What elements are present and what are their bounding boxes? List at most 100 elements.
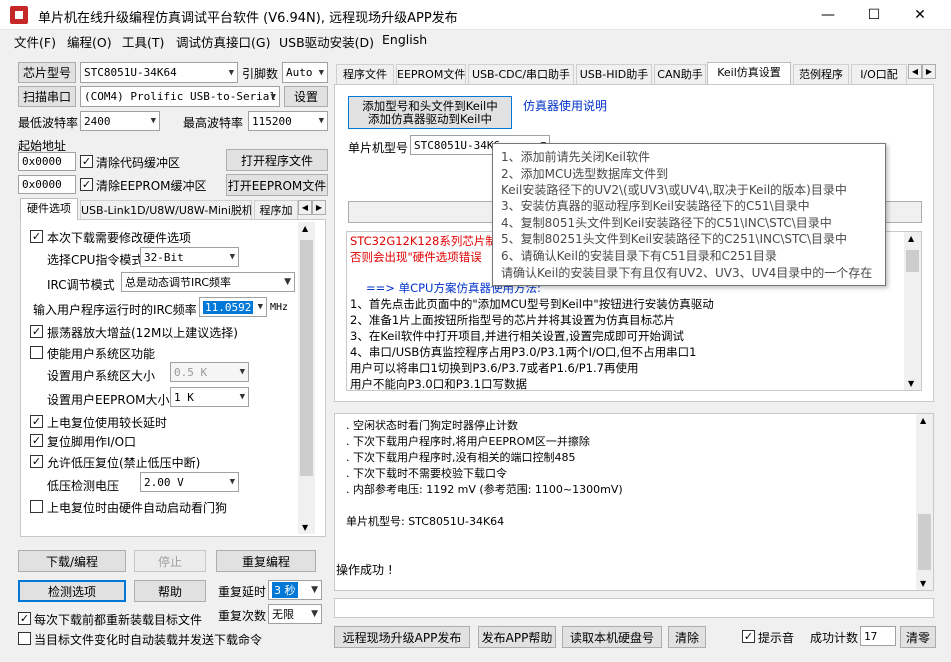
code-address-input[interactable]: 0x0000 (18, 152, 76, 171)
help-button[interactable]: 帮助 (134, 580, 206, 602)
min-baud-label: 最低波特率 (18, 116, 79, 130)
repeat-count-select[interactable]: 无限 ▼ (268, 604, 322, 624)
options-scrollbar[interactable]: ▲ ▼ (298, 222, 315, 534)
port-select[interactable]: (COM4) Prolific USB-to-Serial ▼ (80, 86, 280, 107)
chevron-down-icon: ▼ (284, 277, 291, 287)
low-volt-select[interactable]: 2.00 V ▼ (140, 472, 239, 492)
repeat-delay-select[interactable]: 3 秒 ▼ (268, 580, 322, 600)
close-button[interactable]: ✕ (897, 0, 943, 30)
max-baud-select[interactable]: 115200 ▼ (248, 111, 328, 131)
tab-usb-cdc[interactable]: USB-CDC/串口助手 (468, 64, 574, 84)
download-button[interactable]: 下载/编程 (18, 550, 126, 572)
menu-file[interactable]: 文件(F) (14, 32, 56, 51)
sys-size-select[interactable]: 0.5 K ▼ (170, 362, 249, 382)
reload-checkbox[interactable]: ✓ (18, 612, 31, 625)
beep-checkbox[interactable]: ✓ (742, 630, 755, 643)
min-baud-select[interactable]: 2400 ▼ (80, 111, 160, 131)
tab-usb-hid[interactable]: USB-HID助手 (576, 64, 652, 84)
publish-help-button[interactable]: 发布APP帮助 (478, 626, 556, 648)
wdt-label: 上电复位时由硬件自动启动看门狗 (47, 501, 228, 515)
scroll-up-icon[interactable]: ▲ (302, 224, 308, 233)
port-value: (COM4) Prolific USB-to-Serial (84, 90, 277, 103)
scroll-down-icon[interactable]: ▼ (920, 579, 926, 588)
modify-hw-checkbox[interactable]: ✓ (30, 230, 43, 243)
tab-io-config[interactable]: I/O口配 (851, 64, 907, 84)
chevron-down-icon: ▼ (239, 367, 245, 377)
chevron-down-icon: ▼ (229, 252, 235, 262)
tab-can[interactable]: CAN助手 (654, 64, 706, 84)
cpu-mode-select[interactable]: 32-Bit ▼ (140, 247, 239, 267)
tab-scroll-right-icon[interactable]: ▶ (922, 64, 936, 79)
low-volt-reset-checkbox[interactable]: ✓ (30, 455, 43, 468)
add-button-line2: 添加仿真器驱动到Keil中 (368, 111, 492, 126)
clear-log-button[interactable]: 清除 (668, 626, 706, 648)
eeprom-address-input[interactable]: 0x0000 (18, 175, 76, 194)
scrollbar-thumb[interactable] (918, 514, 931, 570)
min-baud-value: 2400 (84, 114, 111, 128)
open-program-button[interactable]: 打开程序文件 (226, 149, 328, 171)
tab-scroll-left-icon[interactable]: ◀ (298, 200, 312, 215)
irc-mode-select[interactable]: 总是动态调节IRC频率 ▼ (121, 272, 295, 292)
tab-program-encrypt[interactable]: 程序加 (254, 200, 298, 220)
menu-usb-driver[interactable]: USB驱动安装(D) (279, 32, 374, 51)
read-disk-button[interactable]: 读取本机硬盘号 (562, 626, 662, 648)
osc-gain-checkbox[interactable]: ✓ (30, 325, 43, 338)
settings-button[interactable]: 设置 (284, 86, 328, 107)
menu-english[interactable]: English (382, 32, 427, 47)
log-line: . 下次下载用户程序时,将用户EEPROM区一并擦除 (346, 435, 590, 448)
wdt-checkbox[interactable] (30, 500, 43, 513)
tab-usb-link-offline[interactable]: USB-Link1D/U8W/U8W-Mini脱机 (80, 200, 252, 220)
auto-send-checkbox[interactable] (18, 632, 31, 645)
reset-io-checkbox[interactable]: ✓ (30, 434, 43, 447)
long-delay-label: 上电复位使用较长延时 (47, 416, 168, 430)
eeprom-size-label: 设置用户EEPROM大小 (47, 393, 170, 407)
chevron-down-icon: ▼ (318, 67, 324, 78)
scroll-down-icon[interactable]: ▼ (302, 523, 308, 532)
reprogram-button[interactable]: 重复编程 (216, 550, 316, 572)
scroll-up-icon[interactable]: ▲ (908, 234, 914, 243)
tab-keil-sim[interactable]: Keil仿真设置 (707, 62, 791, 84)
stop-button[interactable]: 停止 (134, 550, 206, 572)
chip-model-select[interactable]: STC8051U-34K64 ▼ (80, 62, 238, 83)
clear-eeprom-checkbox[interactable]: ✓ (80, 178, 93, 191)
eeprom-size-select[interactable]: 1 K ▼ (170, 387, 249, 407)
success-count-label: 成功计数 (810, 631, 859, 645)
detect-options-button[interactable]: 检测选项 (18, 580, 126, 602)
add-button-line1: 添加型号和头文件到Keil中 (362, 98, 498, 113)
scan-port-button[interactable]: 扫描串口 (18, 86, 76, 107)
tab-eeprom-file[interactable]: EEPROM文件 (396, 64, 466, 84)
add-to-keil-button[interactable]: 添加型号和头文件到Keil中 添加仿真器驱动到Keil中 (348, 96, 512, 129)
log-scrollbar[interactable]: ▲ ▼ (916, 414, 933, 590)
tab-scroll-right-icon[interactable]: ▶ (312, 200, 326, 215)
scrollbar-thumb[interactable] (906, 250, 919, 272)
guide-scrollbar[interactable]: ▲ ▼ (904, 232, 921, 390)
chevron-down-icon: ▼ (270, 91, 276, 102)
osc-gain-label: 振荡器放大增益(12M以上建议选择) (47, 326, 238, 340)
irc-freq-select[interactable]: 11.0592 ▼ (199, 297, 267, 317)
open-eeprom-button[interactable]: 打开EEPROM文件 (226, 174, 328, 196)
scroll-up-icon[interactable]: ▲ (920, 416, 926, 425)
tab-program-file[interactable]: 程序文件 (336, 64, 394, 84)
scrollbar-thumb[interactable] (300, 240, 313, 476)
tab-examples[interactable]: 范例程序 (793, 64, 849, 84)
chip-model-button[interactable]: 芯片型号 (18, 62, 76, 83)
long-delay-checkbox[interactable]: ✓ (30, 415, 43, 428)
maximize-button[interactable]: ☐ (851, 0, 897, 30)
modify-hw-label: 本次下载需要修改硬件选项 (47, 231, 192, 245)
clear-code-checkbox[interactable]: ✓ (80, 155, 93, 168)
reset-count-button[interactable]: 清零 (900, 626, 936, 648)
menu-program[interactable]: 编程(O) (67, 32, 112, 51)
menu-debug-interface[interactable]: 调试仿真接口(G) (176, 32, 270, 51)
tab-scroll-left-icon[interactable]: ◀ (908, 64, 922, 79)
minimize-button[interactable]: — (805, 0, 851, 30)
emulator-manual-link[interactable]: 仿真器使用说明 (523, 97, 607, 114)
user-sys-checkbox[interactable] (30, 346, 43, 359)
chevron-down-icon: ▼ (257, 302, 263, 312)
chevron-down-icon: ▼ (228, 67, 234, 78)
scroll-down-icon[interactable]: ▼ (908, 379, 914, 388)
pin-count-select[interactable]: Auto ▼ (282, 62, 328, 83)
menu-tools[interactable]: 工具(T) (122, 32, 164, 51)
tab-hardware-options[interactable]: 硬件选项 (20, 198, 78, 220)
remote-upgrade-button[interactable]: 远程现场升级APP发布 (334, 626, 470, 648)
guide-line: 3、在Keil软件中打开项目,并进行相关设置,设置完成即可开始调试 (350, 329, 685, 343)
